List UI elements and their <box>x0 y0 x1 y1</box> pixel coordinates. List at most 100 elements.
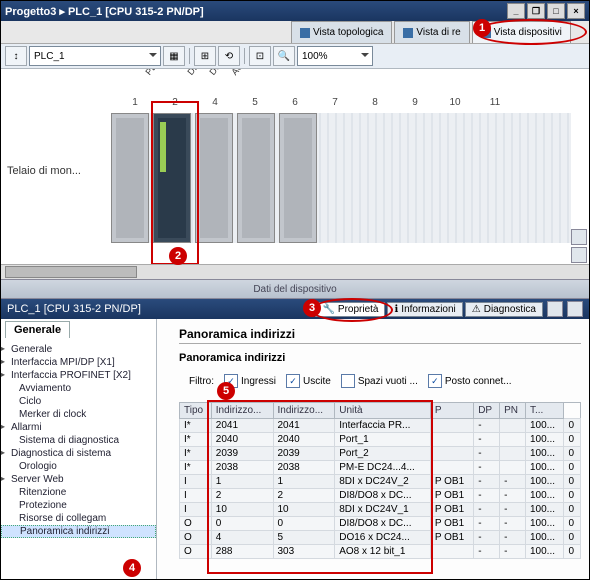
tree-item[interactable]: Diagnostica di sistema <box>1 447 156 460</box>
topology-icon <box>300 28 310 38</box>
filter-gaps-checkbox[interactable]: Spazi vuoti ... <box>341 374 418 388</box>
device-icon <box>481 28 491 38</box>
cell: 5 <box>273 531 335 545</box>
tree-item[interactable]: Interfaccia MPI/DP [X1] <box>1 356 156 369</box>
cell: 100... <box>526 503 564 517</box>
tree-item[interactable]: Generale <box>1 343 156 356</box>
tree-item[interactable]: Sistema di diagnostica <box>1 434 156 447</box>
toolbar-btn-3[interactable]: ⟲ <box>218 46 240 66</box>
tab-diagnostics[interactable]: ⚠ Diagnostica <box>465 302 543 317</box>
column-header[interactable]: PN <box>500 403 526 419</box>
minimize-button[interactable]: _ <box>507 3 525 19</box>
cell: - <box>474 461 500 475</box>
tab-label: Vista topologica <box>313 27 383 38</box>
module-slot-6[interactable] <box>279 113 317 243</box>
cell: - <box>474 489 500 503</box>
cell: PM-E DC24...4... <box>335 461 431 475</box>
tree-item[interactable]: Orologio <box>1 460 156 473</box>
inspector-collapse-button[interactable] <box>547 301 563 317</box>
inspector-expand-button[interactable] <box>567 301 583 317</box>
cell: DI8/DO8 x DC... <box>335 517 431 531</box>
tree-item[interactable]: Interfaccia PROFINET [X2] <box>1 369 156 382</box>
cell: I* <box>180 447 212 461</box>
table-row[interactable]: O45DO16 x DC24...P OB1--100...0 <box>180 531 581 545</box>
tree-item[interactable]: Risorse di collegam <box>1 512 156 525</box>
table-row[interactable]: I118DI x DC24V_2P OB1--100...0 <box>180 475 581 489</box>
tab-device-view[interactable]: Vista dispositivi <box>472 21 571 43</box>
cell: P OB1 <box>430 489 473 503</box>
tree-item[interactable]: Server Web <box>1 473 156 486</box>
tree-item[interactable]: Ciclo <box>1 395 156 408</box>
cell: 10 <box>273 503 335 517</box>
cell: 2039 <box>211 447 273 461</box>
column-header[interactable]: Tipo <box>180 403 212 419</box>
table-row[interactable]: I*20412041Interfaccia PR...-100...0 <box>180 419 581 433</box>
tree-item[interactable]: Ritenzione <box>1 486 156 499</box>
zoom-combo[interactable]: 100% <box>297 46 373 66</box>
tree-item[interactable]: Protezione <box>1 499 156 512</box>
table-row[interactable]: I*20382038PM-E DC24...4...-100...0 <box>180 461 581 475</box>
column-header[interactable]: DP <box>474 403 500 419</box>
canvas-tool-2[interactable] <box>571 247 587 263</box>
tree-item[interactable]: Panoramica indirizzi <box>1 525 156 538</box>
tree-item[interactable]: Merker di clock <box>1 408 156 421</box>
column-header[interactable]: Indirizzo... <box>211 403 273 419</box>
table-row[interactable]: O00DI8/DO8 x DC...P OB1--100...0 <box>180 517 581 531</box>
module-slot-1[interactable] <box>111 113 149 243</box>
cell: - <box>474 517 500 531</box>
cell: P OB1 <box>430 531 473 545</box>
cell: P OB1 <box>430 475 473 489</box>
cell: 0 <box>564 489 581 503</box>
network-icon <box>403 28 413 38</box>
rack[interactable] <box>111 113 571 243</box>
inspector-object-name: PLC_1 [CPU 315-2 PN/DP] <box>7 303 141 315</box>
cell: - <box>474 531 500 545</box>
canvas-tool-1[interactable] <box>571 229 587 245</box>
cell: 2 <box>273 489 335 503</box>
cell: I* <box>180 419 212 433</box>
table-row[interactable]: I*20392039Port_2-100...0 <box>180 447 581 461</box>
zoom-tool-button[interactable]: 🔍 <box>273 46 295 66</box>
canvas-hscrollbar[interactable] <box>1 264 589 279</box>
restore-button[interactable]: ❐ <box>527 3 545 19</box>
tree-tab-general[interactable]: Generale <box>5 321 70 338</box>
tab-network-view[interactable]: Vista di re <box>394 21 469 43</box>
tree-item[interactable]: Allarmi <box>1 421 156 434</box>
tab-properties[interactable]: 🔧 Proprietà <box>315 302 385 317</box>
table-row[interactable]: I10108DI x DC24V_1P OB1--100...0 <box>180 503 581 517</box>
module-cpu-slot-2[interactable] <box>153 113 191 243</box>
tab-label: Informazioni <box>401 304 455 315</box>
column-header[interactable]: P <box>430 403 473 419</box>
filter-slot-checkbox[interactable]: ✓Posto connet... <box>428 374 512 388</box>
device-select-combo[interactable]: PLC_1 <box>29 46 161 66</box>
toolbar-btn-1[interactable]: ▦ <box>163 46 185 66</box>
cell: P OB1 <box>430 517 473 531</box>
table-row[interactable]: I22DI8/DO8 x DC...P OB1--100...0 <box>180 489 581 503</box>
nav-prev-button[interactable]: ↕ <box>5 46 27 66</box>
cell: I <box>180 503 212 517</box>
cell: - <box>474 503 500 517</box>
cell: 100... <box>526 531 564 545</box>
table-row[interactable]: O288303AO8 x 12 bit_1--100...0 <box>180 545 581 559</box>
maximize-button[interactable]: □ <box>547 3 565 19</box>
tree-item[interactable]: Avviamento <box>1 382 156 395</box>
module-slot-4[interactable] <box>195 113 233 243</box>
zoom-fit-button[interactable]: ⊡ <box>249 46 271 66</box>
annotation-marker: 4 <box>123 559 141 577</box>
cell: - <box>500 517 526 531</box>
filter-inputs-checkbox[interactable]: ✓Ingressi <box>224 374 276 388</box>
column-header[interactable]: Indirizzo... <box>273 403 335 419</box>
close-button[interactable]: × <box>567 3 585 19</box>
device-canvas-area[interactable]: PLC_1 DI8/DO... DO16 x... AO8 x 1... 124… <box>1 69 589 279</box>
table-row[interactable]: I*20402040Port_1-100...0 <box>180 433 581 447</box>
tab-topology-view[interactable]: Vista topologica <box>291 21 392 43</box>
column-header[interactable]: Unità <box>335 403 431 419</box>
filter-outputs-checkbox[interactable]: ✓Uscite <box>286 374 331 388</box>
toolbar-btn-2[interactable]: ⊞ <box>194 46 216 66</box>
column-header[interactable]: T... <box>526 403 564 419</box>
tab-info[interactable]: ℹ Informazioni <box>387 302 462 317</box>
address-overview-table[interactable]: TipoIndirizzo...Indirizzo...UnitàPDPPNT.… <box>179 402 581 559</box>
module-slot-5[interactable] <box>237 113 275 243</box>
cell: I <box>180 475 212 489</box>
property-nav-tree[interactable]: Generale 4 GeneraleInterfaccia MPI/DP [X… <box>1 319 157 579</box>
